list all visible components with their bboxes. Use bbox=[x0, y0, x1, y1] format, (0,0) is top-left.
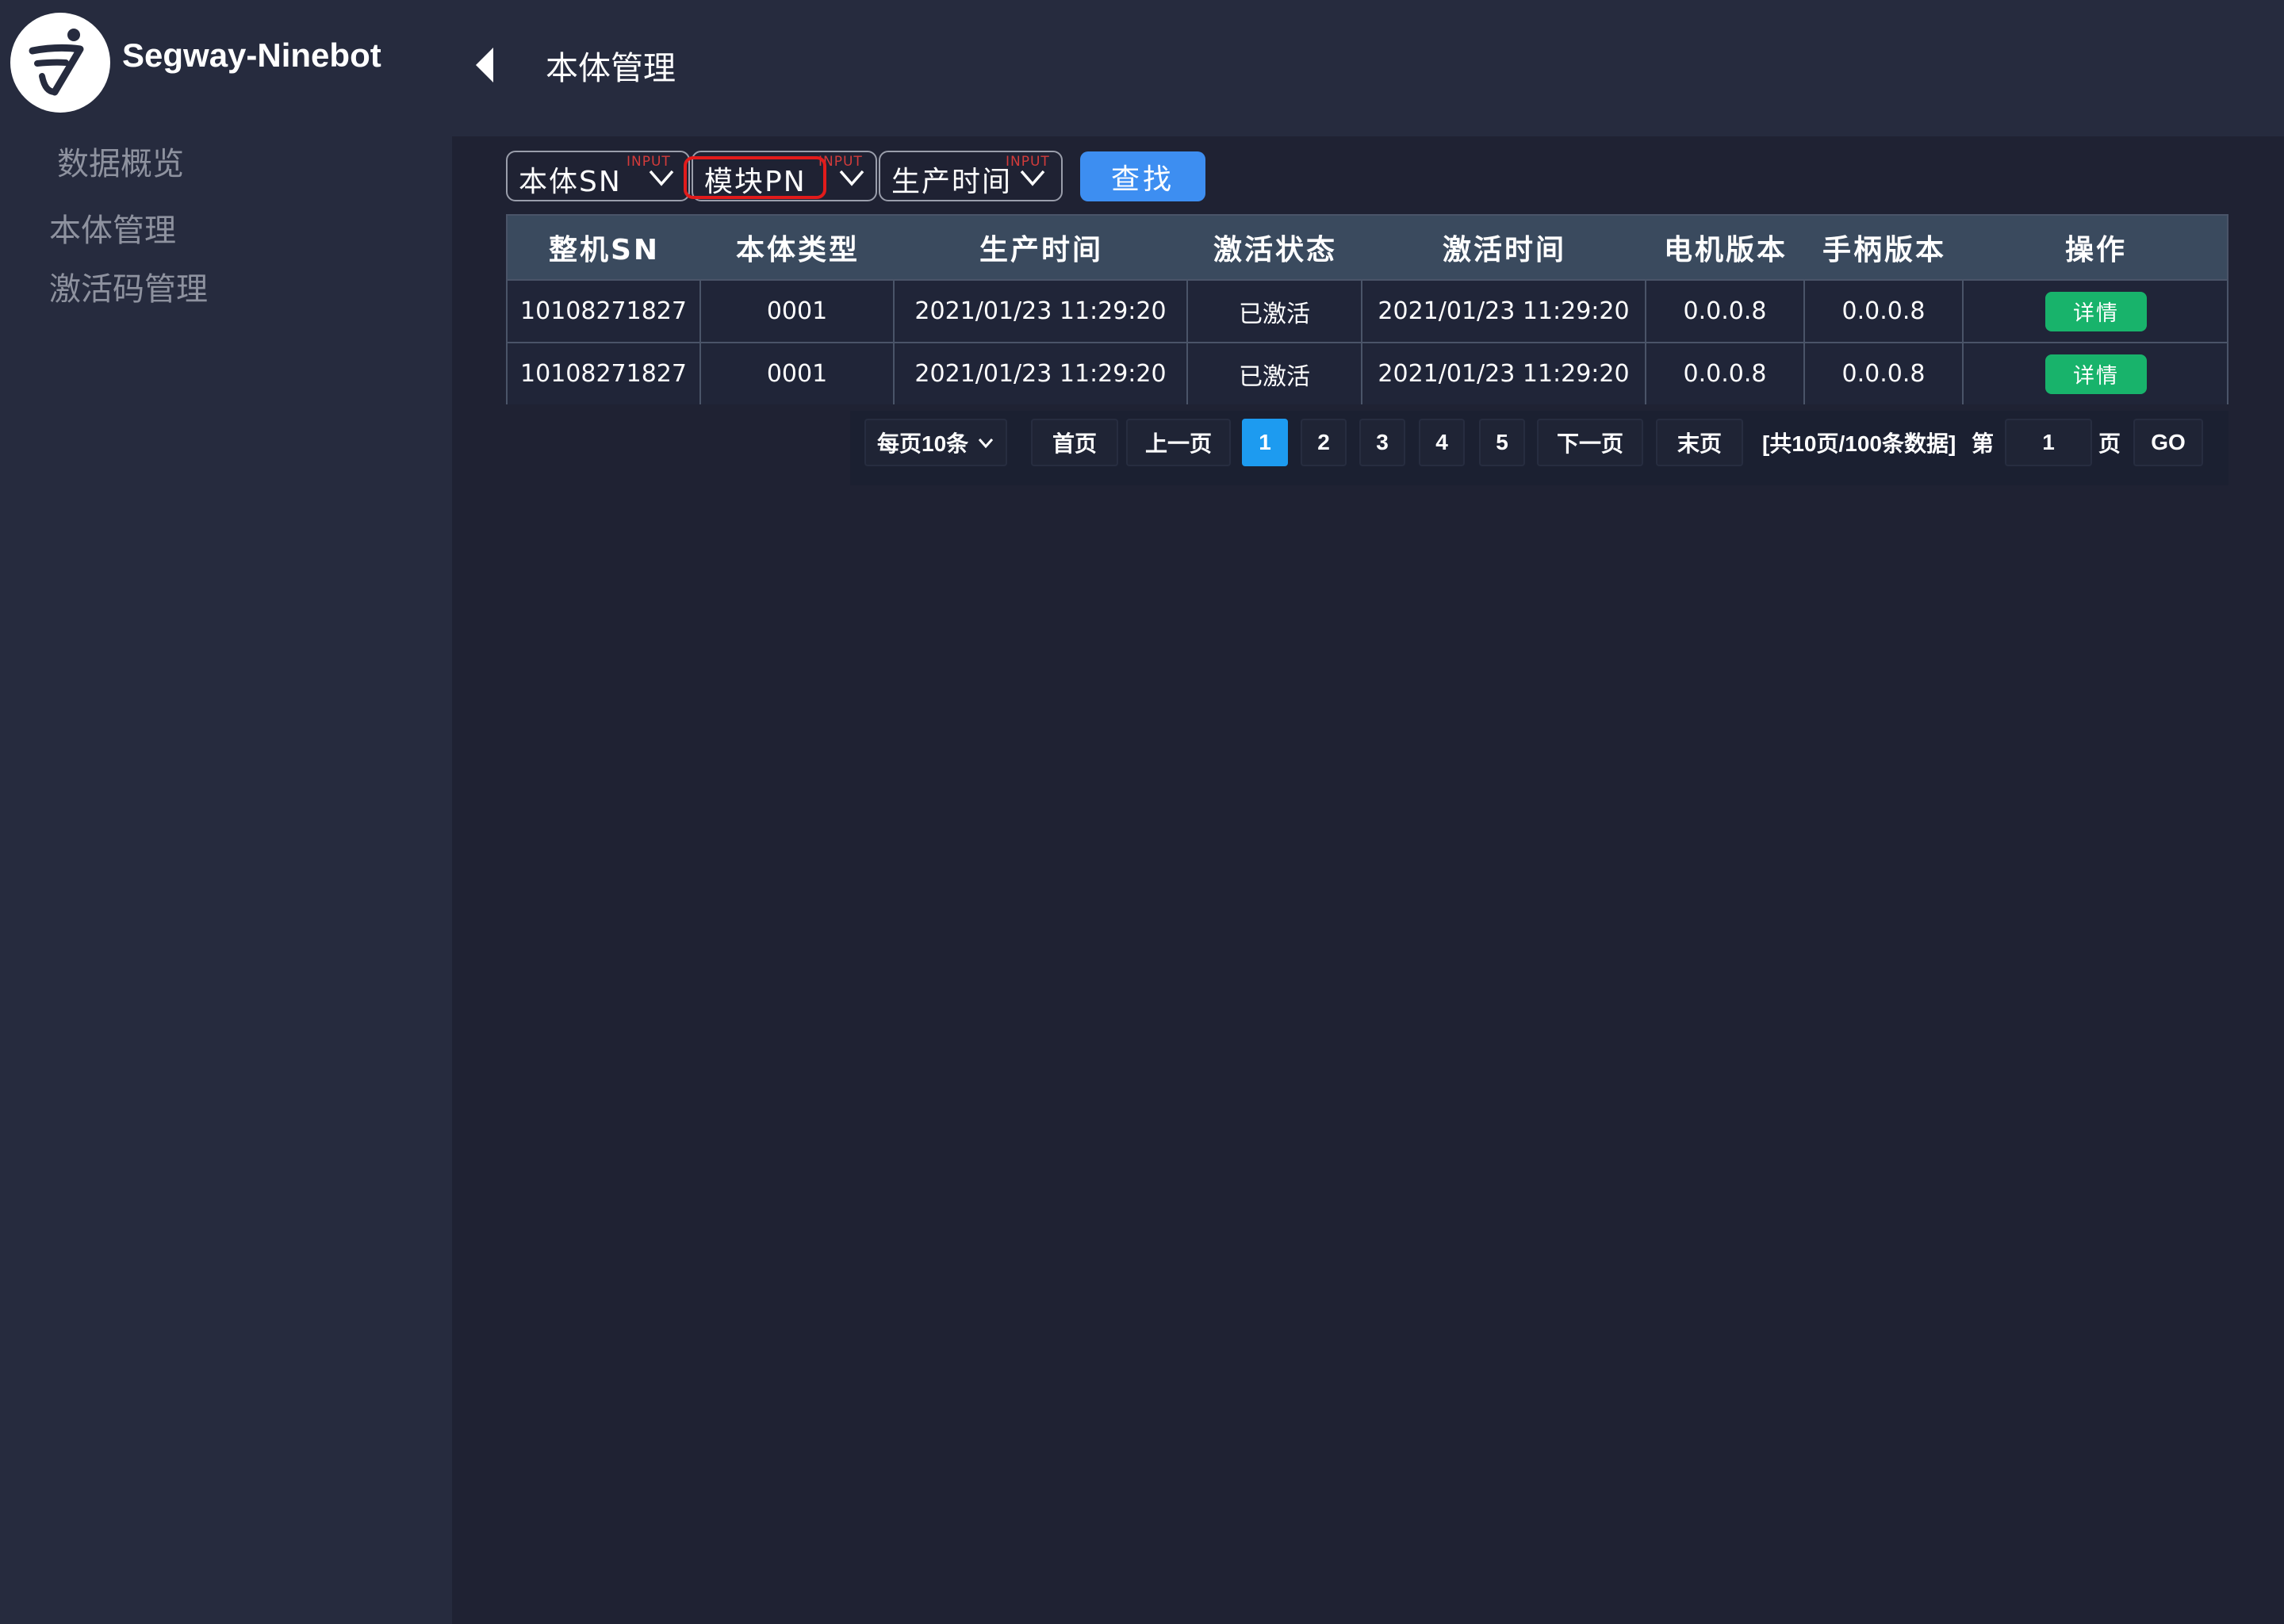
last-page-button[interactable]: 末页 bbox=[1656, 419, 1743, 466]
pagination-summary: [共10页/100条数据] bbox=[1762, 431, 1956, 456]
pagination: 每页10条 首页 上一页 1 2 3 4 5 下一页 末页 [共10页/100条… bbox=[850, 411, 2228, 485]
caret-left-icon[interactable] bbox=[473, 44, 498, 86]
filter-module-pn[interactable]: 模块PN INPUT bbox=[692, 151, 877, 201]
column-header[interactable]: 本体类型 bbox=[701, 216, 895, 279]
cell-motor-version: 0.0.0.8 bbox=[1646, 281, 1805, 342]
sidebar-item-overview[interactable]: 数据概览 bbox=[57, 138, 184, 184]
page-size-select[interactable]: 每页10条 bbox=[864, 419, 1007, 466]
top-header: Segway-Ninebot 本体管理 bbox=[0, 0, 2284, 136]
column-header[interactable]: 整机SN bbox=[508, 216, 701, 279]
page-size-label: 每页10条 bbox=[877, 431, 969, 456]
column-header[interactable]: 激活状态 bbox=[1188, 216, 1362, 279]
filter-production-time[interactable]: 生产时间 INPUT bbox=[879, 151, 1063, 201]
cell-production-time: 2021/01/23 11:29:20 bbox=[895, 281, 1188, 342]
goto-prefix: 第 bbox=[1972, 431, 1995, 456]
search-button[interactable]: 查找 bbox=[1080, 151, 1205, 201]
data-table: 整机SN 本体类型 生产时间 激活状态 激活时间 电机版本 手柄版本 操作 10… bbox=[506, 214, 2228, 404]
cell-type: 0001 bbox=[701, 281, 895, 342]
detail-button[interactable]: 详情 bbox=[2045, 291, 2147, 331]
cell-actions: 详情 bbox=[1964, 343, 2228, 404]
go-button[interactable]: GO bbox=[2133, 419, 2203, 466]
page-button-2[interactable]: 2 bbox=[1301, 419, 1347, 466]
sidebar: 数据概览 本体管理 激活码管理 bbox=[0, 136, 452, 1624]
cell-activation-status: 已激活 bbox=[1188, 281, 1362, 342]
cell-sn: 10108271827 bbox=[508, 343, 701, 404]
first-page-button[interactable]: 首页 bbox=[1031, 419, 1118, 466]
column-header[interactable]: 手柄版本 bbox=[1805, 216, 1964, 279]
table-header: 整机SN 本体类型 生产时间 激活状态 激活时间 电机版本 手柄版本 操作 bbox=[508, 216, 2227, 279]
scooter-logo-icon bbox=[10, 13, 110, 113]
page-button-5[interactable]: 5 bbox=[1479, 419, 1525, 466]
cell-sn: 10108271827 bbox=[508, 281, 701, 342]
next-page-button[interactable]: 下一页 bbox=[1537, 419, 1643, 466]
column-header[interactable]: 激活时间 bbox=[1362, 216, 1646, 279]
table-row: 10108271827 0001 2021/01/23 11:29:20 已激活… bbox=[508, 279, 2227, 342]
filter-label: 本体SN bbox=[519, 166, 622, 198]
page-button-4[interactable]: 4 bbox=[1419, 419, 1465, 466]
column-header[interactable]: 电机版本 bbox=[1646, 216, 1805, 279]
cell-activation-time: 2021/01/23 11:29:20 bbox=[1362, 281, 1646, 342]
chevron-down-icon[interactable] bbox=[837, 167, 866, 189]
cell-handle-version: 0.0.0.8 bbox=[1805, 343, 1964, 404]
cell-activation-time: 2021/01/23 11:29:20 bbox=[1362, 343, 1646, 404]
cell-motor-version: 0.0.0.8 bbox=[1646, 343, 1805, 404]
cell-production-time: 2021/01/23 11:29:20 bbox=[895, 343, 1188, 404]
table-row: 10108271827 0001 2021/01/23 11:29:20 已激活… bbox=[508, 342, 2227, 404]
cell-actions: 详情 bbox=[1964, 281, 2228, 342]
prev-page-button[interactable]: 上一页 bbox=[1126, 419, 1231, 466]
brand-name: Segway-Ninebot bbox=[122, 36, 381, 74]
chevron-down-icon[interactable] bbox=[647, 167, 676, 189]
filter-label: 生产时间 bbox=[891, 166, 1013, 198]
goto-page-input[interactable]: 1 bbox=[2005, 419, 2092, 466]
cell-activation-status: 已激活 bbox=[1188, 343, 1362, 404]
detail-button[interactable]: 详情 bbox=[2045, 354, 2147, 394]
page-button-3[interactable]: 3 bbox=[1359, 419, 1405, 466]
chevron-down-icon[interactable] bbox=[1018, 167, 1047, 189]
column-header[interactable]: 生产时间 bbox=[895, 216, 1188, 279]
page-title: 本体管理 bbox=[546, 49, 676, 87]
sidebar-item-body-management[interactable]: 本体管理 bbox=[49, 205, 176, 251]
page-button-1[interactable]: 1 bbox=[1242, 419, 1288, 466]
cell-type: 0001 bbox=[701, 343, 895, 404]
chevron-down-icon bbox=[978, 439, 994, 449]
goto-suffix: 页 bbox=[2098, 431, 2121, 456]
sidebar-item-activation-codes[interactable]: 激活码管理 bbox=[49, 263, 208, 309]
cell-handle-version: 0.0.0.8 bbox=[1805, 281, 1964, 342]
filter-label: 模块PN bbox=[704, 166, 807, 198]
column-header: 操作 bbox=[2064, 234, 2127, 266]
filter-body-sn[interactable]: 本体SN INPUT bbox=[506, 151, 690, 201]
